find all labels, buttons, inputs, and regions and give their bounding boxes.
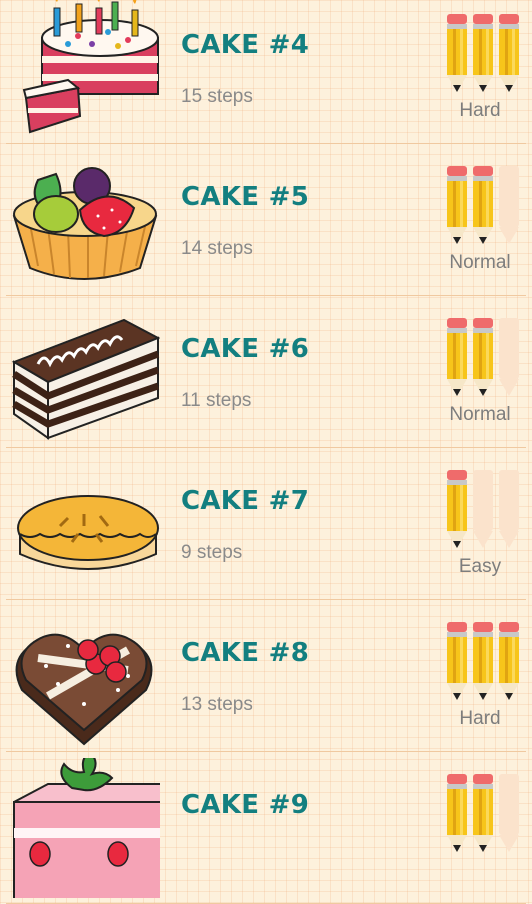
pencil-active-icon [499,622,519,700]
cake-row-8[interactable]: CAKE #8 13 steps Hard [6,600,526,752]
birthday-cake-icon [22,0,159,134]
pencil-active-icon [473,622,493,700]
pencil-inactive-icon [499,470,519,548]
pencil-active-icon [499,14,519,92]
pencil-active-icon [447,14,467,92]
pencil-active-icon [473,14,493,92]
cake-title: CAKE #5 [181,182,310,212]
fruit-tart-icon [12,167,158,280]
cake-row-4[interactable]: CAKE #4 15 steps Hard [6,0,526,144]
pie-icon [17,495,159,570]
heart-cake-icon [15,633,153,746]
pencil-active-icon [447,774,467,852]
difficulty-pencils-icon [447,318,519,396]
chocolate-slice-icon [11,318,160,440]
cake-title: CAKE #8 [181,638,310,668]
strawberry-cake-icon [13,758,160,898]
pencil-active-icon [447,166,467,244]
difficulty-label: Hard [459,100,501,121]
pencil-active-icon [473,774,493,852]
difficulty-label: Normal [449,404,511,425]
cake-list: CAKE #4 15 steps Hard CAKE #5 14 steps N… [0,0,532,904]
pencil-inactive-icon [473,470,493,548]
difficulty-label: Easy [458,556,502,577]
pencil-inactive-icon [499,166,519,244]
cake-row-5[interactable]: CAKE #5 14 steps Normal [6,144,526,296]
difficulty-pencils-icon [447,166,519,244]
steps-count: 9 steps [181,542,243,563]
steps-count: 13 steps [181,694,253,715]
steps-count: 11 steps [181,390,252,411]
difficulty-label: Hard [459,708,501,729]
cake-row-6[interactable]: CAKE #6 11 steps Normal [6,296,526,448]
pencil-active-icon [447,318,467,396]
pencil-active-icon [447,622,467,700]
pencil-active-icon [473,166,493,244]
pencil-inactive-icon [499,774,519,852]
difficulty-pencils-icon [447,14,519,92]
cake-title: CAKE #9 [181,790,310,820]
cake-title: CAKE #7 [181,486,310,516]
difficulty-pencils-icon [447,622,519,700]
cake-title: CAKE #6 [181,334,310,364]
difficulty-label: Normal [449,252,511,273]
pencil-active-icon [447,470,467,548]
cake-title: CAKE #4 [181,30,310,60]
pencil-inactive-icon [499,318,519,396]
cake-row-7[interactable]: CAKE #7 9 steps Easy [6,448,526,600]
pencil-active-icon [473,318,493,396]
steps-count: 15 steps [181,86,253,107]
steps-count: 14 steps [181,238,253,259]
difficulty-pencils-icon [447,774,519,852]
difficulty-pencils-icon [447,470,519,548]
cake-row-9[interactable]: CAKE #9 [6,752,526,904]
